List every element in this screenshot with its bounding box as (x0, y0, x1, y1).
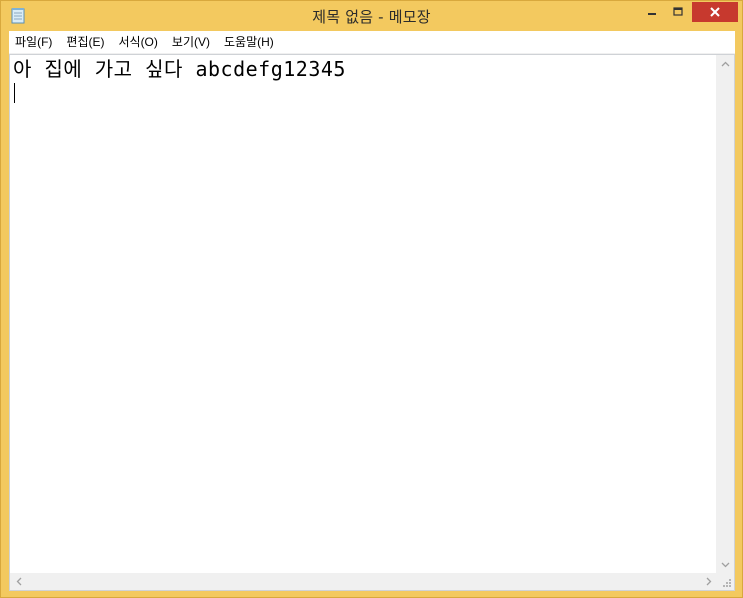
vertical-scrollbar[interactable] (716, 55, 734, 573)
maximize-button[interactable] (665, 2, 691, 22)
text-editor[interactable]: 아 집에 가고 싶다 abcdefg12345 (9, 54, 735, 591)
menu-file[interactable]: 파일(F) (9, 32, 59, 52)
scrollbar-corner (717, 573, 734, 590)
maximize-icon (673, 7, 683, 16)
notepad-window: 제목 없음 - 메모장 파일(F) 편집(E) 서식(O) 보기(V) 도움말(… (0, 0, 743, 598)
menu-format[interactable]: 서식(O) (111, 32, 164, 52)
menu-help[interactable]: 도움말(H) (217, 32, 281, 52)
editor-text-area[interactable]: 아 집에 가고 싶다 abcdefg12345 (13, 57, 714, 570)
chevron-right-icon[interactable] (700, 573, 717, 590)
window-title: 제목 없음 - 메모장 (312, 8, 431, 26)
menu-edit[interactable]: 편집(E) (59, 32, 111, 52)
title-bar[interactable]: 제목 없음 - 메모장 (1, 1, 742, 31)
close-icon (710, 7, 720, 17)
chevron-down-icon[interactable] (717, 556, 734, 573)
horizontal-scrollbar[interactable] (10, 573, 717, 590)
chevron-left-icon[interactable] (10, 573, 27, 590)
resize-grip-icon[interactable] (721, 577, 732, 588)
menu-view[interactable]: 보기(V) (165, 32, 217, 52)
menu-bar: 파일(F) 편집(E) 서식(O) 보기(V) 도움말(H) (9, 31, 735, 54)
editor-line[interactable]: 아 집에 가고 싶다 abcdefg12345 (13, 57, 714, 81)
minimize-icon (648, 13, 656, 15)
text-caret (14, 83, 15, 103)
close-button[interactable] (692, 2, 738, 22)
minimize-button[interactable] (639, 2, 665, 22)
chevron-up-icon[interactable] (717, 55, 734, 72)
